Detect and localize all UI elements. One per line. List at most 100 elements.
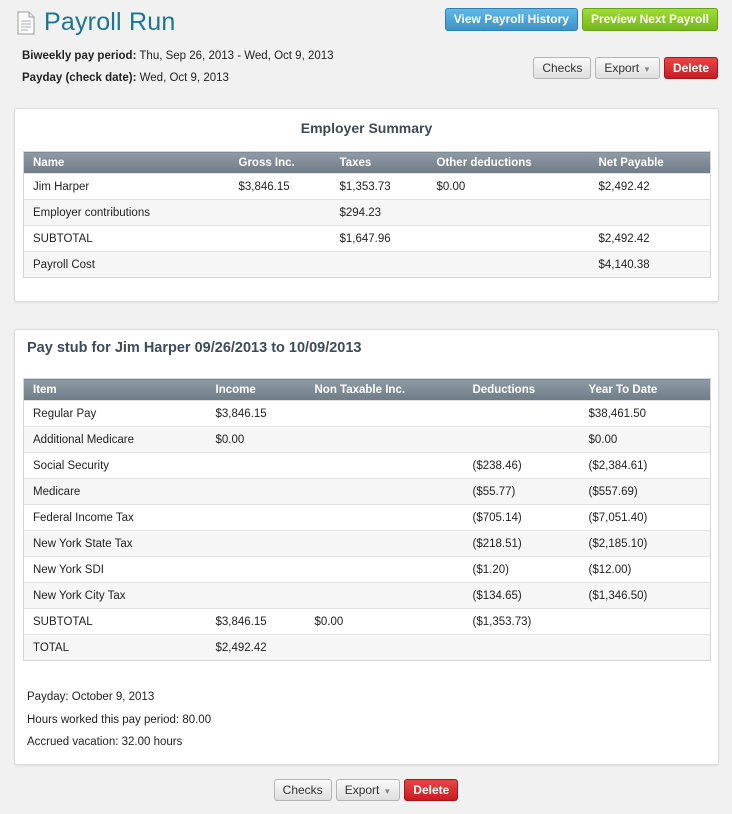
column-header: Non Taxable Inc.	[305, 378, 464, 401]
table-cell: $1,647.96	[330, 225, 428, 252]
table-cell	[305, 452, 464, 479]
table-cell: $3,846.15	[229, 173, 331, 200]
table-cell: $4,140.38	[589, 251, 711, 278]
table-header-row: Name Gross Inc. Taxes Other deductions N…	[23, 151, 711, 174]
hours-worked-note: Hours worked this pay period: 80.00	[27, 713, 212, 726]
employer-summary-table: Name Gross Inc. Taxes Other deductions N…	[23, 151, 711, 278]
table-cell	[206, 556, 306, 583]
table-row: Medicare ($55.77) ($557.69)	[23, 478, 711, 505]
table-cell: ($2,384.61)	[579, 452, 711, 479]
table-cell	[305, 400, 464, 427]
pay-period: Biweekly pay period: Thu, Sep 26, 2013 -…	[22, 50, 334, 62]
table-cell: New York State Tax	[23, 530, 207, 557]
table-row: New York State Tax ($218.51) ($2,185.10)	[23, 530, 711, 557]
export-dropdown[interactable]: Export ▼	[335, 779, 401, 801]
employer-summary-title: Employer Summary	[300, 120, 433, 136]
pay-stub-table: Item Income Non Taxable Inc. Deductions …	[23, 378, 711, 661]
table-cell	[229, 251, 331, 278]
table-cell: ($12.00)	[579, 556, 711, 583]
table-row: Federal Income Tax ($705.14) ($7,051.40)	[23, 504, 711, 531]
table-cell: ($1,346.50)	[579, 582, 711, 609]
table-cell: Jim Harper	[23, 173, 230, 200]
table-cell: ($1.20)	[463, 556, 580, 583]
table-cell	[579, 608, 711, 635]
table-cell: ($705.14)	[463, 504, 580, 531]
table-cell	[229, 199, 331, 226]
table-cell	[206, 582, 306, 609]
table-cell: Employer contributions	[23, 199, 230, 226]
employer-summary-panel: Employer Summary Name Gross Inc. Taxes O…	[14, 108, 719, 302]
payday-label: Payday (check date):	[22, 72, 137, 84]
caret-down-icon: ▼	[383, 787, 392, 796]
table-cell	[305, 478, 464, 505]
table-cell: ($238.46)	[463, 452, 580, 479]
checks-button[interactable]: Checks	[273, 779, 332, 801]
table-cell	[305, 426, 464, 453]
table-cell	[305, 530, 464, 557]
export-dropdown[interactable]: Export ▼	[595, 57, 660, 79]
table-cell	[463, 400, 580, 427]
view-payroll-history-button[interactable]: View Payroll History	[444, 8, 578, 31]
table-cell: ($2,185.10)	[579, 530, 711, 557]
table-row: SUBTOTAL $3,846.15 $0.00 ($1,353.73)	[23, 608, 711, 635]
table-cell	[206, 478, 306, 505]
table-cell	[206, 504, 306, 531]
delete-button[interactable]: Delete	[663, 57, 718, 79]
table-cell	[330, 251, 428, 278]
table-cell: SUBTOTAL	[23, 225, 230, 252]
table-cell: Federal Income Tax	[23, 504, 207, 531]
table-cell: SUBTOTAL	[23, 608, 207, 635]
table-cell	[579, 634, 711, 661]
page-header: Payroll Run Biweekly pay period: Thu, Se…	[0, 0, 732, 100]
table-row: New York City Tax ($134.65) ($1,346.50)	[23, 582, 711, 609]
pay-period-label: Biweekly pay period:	[22, 50, 137, 62]
table-cell: $38,461.50	[579, 400, 711, 427]
table-row: Payroll Cost $4,140.38	[23, 251, 711, 278]
table-cell: Payroll Cost	[23, 251, 230, 278]
table-row: Social Security ($238.46) ($2,384.61)	[23, 452, 711, 479]
table-cell: $3,846.15	[206, 400, 306, 427]
table-row: Regular Pay $3,846.15 $38,461.50	[23, 400, 711, 427]
column-header: Income	[206, 378, 306, 401]
table-cell	[305, 556, 464, 583]
table-cell: ($134.65)	[463, 582, 580, 609]
delete-button[interactable]: Delete	[404, 779, 459, 801]
checks-button[interactable]: Checks	[533, 57, 592, 79]
table-cell: ($55.77)	[463, 478, 580, 505]
table-cell	[206, 452, 306, 479]
accrued-vacation-note: Accrued vacation: 32.00 hours	[27, 736, 183, 748]
column-header: Gross Inc.	[229, 151, 331, 174]
export-label: Export	[604, 61, 640, 75]
table-cell: Additional Medicare	[23, 426, 207, 453]
page-title: Payroll Run	[44, 8, 176, 36]
table-cell: $0.00	[206, 426, 306, 453]
preview-next-payroll-button[interactable]: Preview Next Payroll	[581, 8, 718, 31]
table-row: TOTAL $2,492.42	[23, 634, 711, 661]
table-cell: $1,353.73	[330, 173, 428, 200]
table-cell: $294.23	[330, 199, 428, 226]
table-cell	[427, 199, 590, 226]
table-cell	[427, 251, 590, 278]
column-header: Taxes	[330, 151, 428, 174]
table-cell: $2,492.42	[206, 634, 306, 661]
table-cell: $2,492.42	[589, 173, 711, 200]
table-cell	[206, 530, 306, 557]
table-row: New York SDI ($1.20) ($12.00)	[23, 556, 711, 583]
table-cell: Regular Pay	[23, 400, 207, 427]
table-cell: Social Security	[23, 452, 207, 479]
document-icon	[17, 11, 35, 34]
table-cell	[589, 199, 711, 226]
title-area: Payroll Run	[16, 8, 175, 37]
column-header: Net Payable	[589, 151, 711, 174]
table-cell: ($557.69)	[579, 478, 711, 505]
table-cell	[463, 426, 580, 453]
pay-stub-notes: Payday: October 9, 2013 Hours worked thi…	[27, 686, 211, 754]
top-actions: View Payroll History Preview Next Payrol…	[444, 8, 718, 31]
bottom-toolbar: Checks Export ▼ Delete	[0, 779, 732, 801]
pay-period-value: Thu, Sep 26, 2013 - Wed, Oct 9, 2013	[139, 50, 334, 62]
table-cell: New York SDI	[23, 556, 207, 583]
pay-stub-panel: Pay stub for Jim Harper 09/26/2013 to 10…	[14, 329, 719, 765]
table-cell: $0.00	[305, 608, 464, 635]
table-cell: New York City Tax	[23, 582, 207, 609]
column-header: Other deductions	[427, 151, 590, 174]
